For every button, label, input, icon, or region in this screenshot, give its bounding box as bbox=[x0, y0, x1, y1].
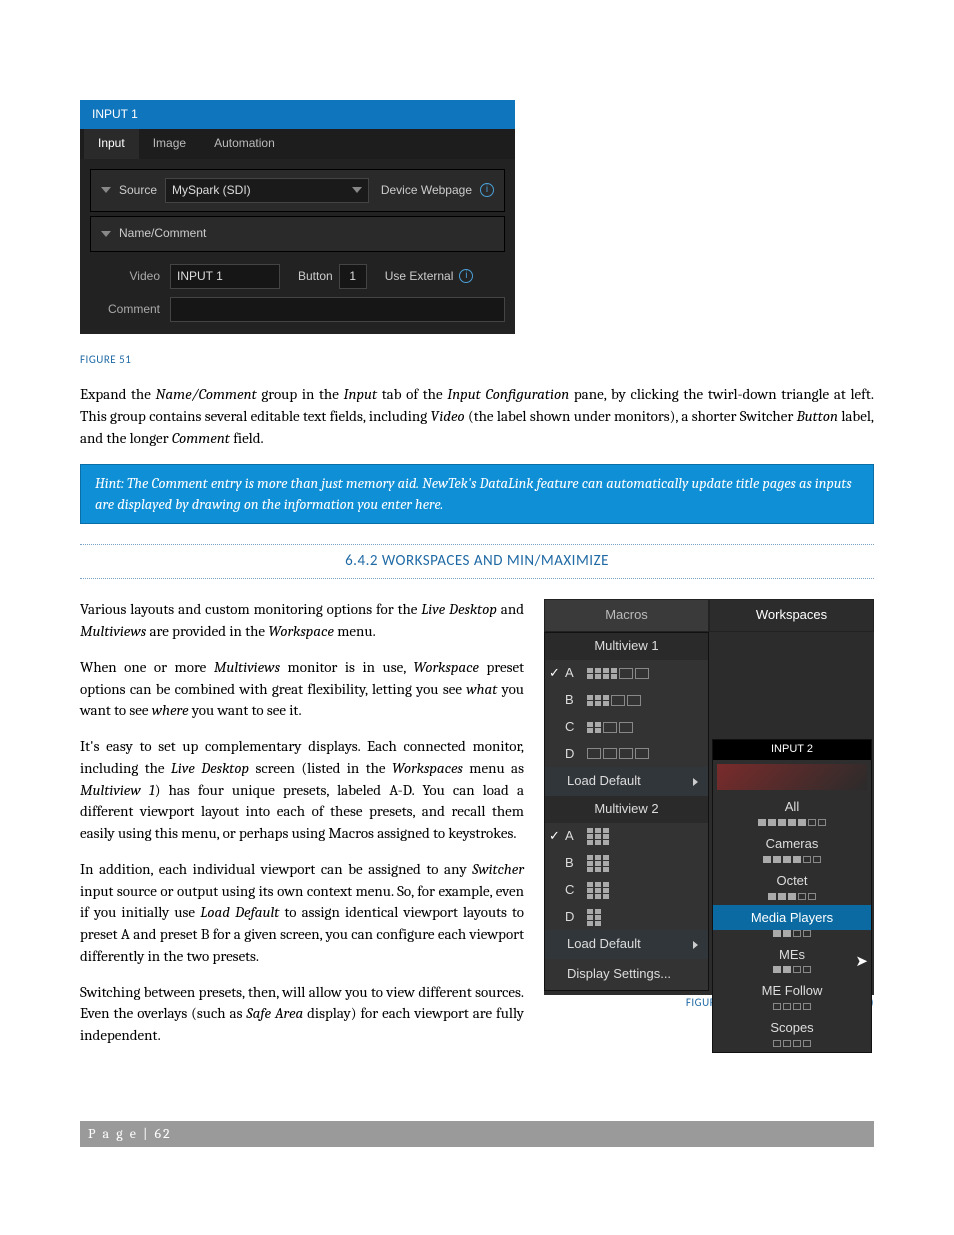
preview-thumbnail bbox=[717, 764, 867, 790]
preset-mv2-b[interactable]: B bbox=[545, 850, 708, 877]
paragraph-4: It's easy to set up complementary displa… bbox=[80, 736, 524, 845]
input-config-panel: INPUT 1 Input Image Automation Source My… bbox=[80, 100, 515, 334]
preset-mv2-a[interactable]: ✓ A bbox=[545, 823, 708, 850]
load-default-mv1[interactable]: Load Default bbox=[545, 767, 708, 796]
tab-automation[interactable]: Automation bbox=[200, 129, 289, 158]
info-icon[interactable]: i bbox=[459, 269, 473, 283]
video-field[interactable]: INPUT 1 bbox=[170, 264, 280, 289]
device-webpage-link[interactable]: Device Webpage bbox=[381, 182, 472, 199]
video-label: Video bbox=[90, 268, 170, 285]
load-default-mv2[interactable]: Load Default bbox=[545, 930, 708, 959]
divider bbox=[80, 544, 874, 545]
input-tabs: Input Image Automation bbox=[80, 129, 515, 158]
paragraph-2: Various layouts and custom monitoring op… bbox=[80, 599, 524, 643]
preset-mv2-d[interactable]: D bbox=[545, 904, 708, 931]
chevron-down-icon bbox=[352, 187, 362, 193]
info-icon[interactable]: i bbox=[480, 183, 494, 197]
button-field[interactable]: 1 bbox=[339, 264, 367, 289]
display-settings[interactable]: Display Settings... bbox=[545, 959, 708, 990]
check-icon: ✓ bbox=[549, 664, 560, 683]
chevron-down-icon[interactable] bbox=[101, 187, 111, 193]
layout-icon bbox=[587, 855, 609, 872]
button-label: Button bbox=[298, 268, 333, 285]
use-external-label: Use External bbox=[385, 268, 454, 285]
layout-icon bbox=[587, 882, 609, 899]
sub-all[interactable]: All bbox=[713, 794, 871, 819]
workspaces-screenshot: Macros Workspaces Multiview 1 ✓ A B bbox=[544, 599, 874, 995]
source-row: Source MySpark (SDI) Device Webpage i bbox=[90, 169, 505, 212]
paragraph-1: Expand the Name/Comment group in the Inp… bbox=[80, 384, 874, 449]
tab-image[interactable]: Image bbox=[139, 129, 200, 158]
nc-header-label: Name/Comment bbox=[119, 225, 206, 242]
preset-mv1-b[interactable]: B bbox=[545, 687, 708, 714]
paragraph-3: When one or more Multiviews monitor is i… bbox=[80, 657, 524, 722]
sub-scopes[interactable]: Scopes bbox=[713, 1015, 871, 1040]
comment-field[interactable] bbox=[170, 297, 505, 322]
page-footer: P a g e | 62 bbox=[80, 1121, 874, 1147]
layout-icon bbox=[587, 748, 649, 759]
tab-input[interactable]: Input bbox=[84, 129, 139, 158]
name-comment-header[interactable]: Name/Comment bbox=[90, 216, 505, 251]
layout-icon bbox=[587, 909, 601, 926]
divider bbox=[80, 578, 874, 579]
chevron-right-icon bbox=[693, 941, 698, 949]
workspaces-menu: Multiview 1 ✓ A B C D bbox=[544, 632, 709, 991]
hint-box: Hint: The Comment entry is more than jus… bbox=[80, 464, 874, 524]
sub-mes[interactable]: MEs bbox=[713, 942, 871, 967]
section-heading: 6.4.2 WORKSPACES AND MIN/MAXIMIZE bbox=[80, 547, 874, 577]
mv1-title: Multiview 1 bbox=[545, 633, 708, 660]
sub-media-players[interactable]: Media Players bbox=[713, 905, 871, 930]
cursor-icon: ➤ bbox=[855, 951, 868, 973]
comment-label: Comment bbox=[90, 301, 170, 318]
load-default-submenu: INPUT 2 All Cameras Octet Media Players … bbox=[712, 739, 872, 1053]
preset-mv1-d[interactable]: D bbox=[545, 741, 708, 768]
source-label: Source bbox=[119, 182, 165, 199]
figure-51-caption: FIGURE 51 bbox=[80, 352, 874, 368]
layout-icon bbox=[587, 695, 641, 706]
chevron-down-icon bbox=[101, 231, 111, 237]
mv2-title: Multiview 2 bbox=[545, 796, 708, 823]
source-select[interactable]: MySpark (SDI) bbox=[165, 178, 369, 203]
preset-mv1-c[interactable]: C bbox=[545, 714, 708, 741]
submenu-title: INPUT 2 bbox=[713, 740, 871, 760]
tab-workspaces[interactable]: Workspaces bbox=[709, 599, 874, 632]
sub-cameras[interactable]: Cameras bbox=[713, 831, 871, 856]
preset-mv2-c[interactable]: C bbox=[545, 877, 708, 904]
sub-me-follow[interactable]: ME Follow bbox=[713, 978, 871, 1003]
layout-icon bbox=[587, 668, 649, 679]
tab-macros[interactable]: Macros bbox=[544, 599, 709, 632]
sub-octet[interactable]: Octet bbox=[713, 868, 871, 893]
layout-icon bbox=[587, 722, 633, 733]
name-comment-body: Video INPUT 1 Button 1 Use External i Co… bbox=[90, 252, 505, 335]
check-icon: ✓ bbox=[549, 827, 560, 846]
paragraph-6: Switching between presets, then, will al… bbox=[80, 982, 524, 1047]
preset-mv1-a[interactable]: ✓ A bbox=[545, 660, 708, 687]
paragraph-5: In addition, each individual viewport ca… bbox=[80, 859, 524, 968]
source-value: MySpark (SDI) bbox=[172, 182, 251, 199]
chevron-right-icon bbox=[693, 778, 698, 786]
panel-title: INPUT 1 bbox=[80, 100, 515, 129]
layout-icon bbox=[587, 828, 609, 845]
